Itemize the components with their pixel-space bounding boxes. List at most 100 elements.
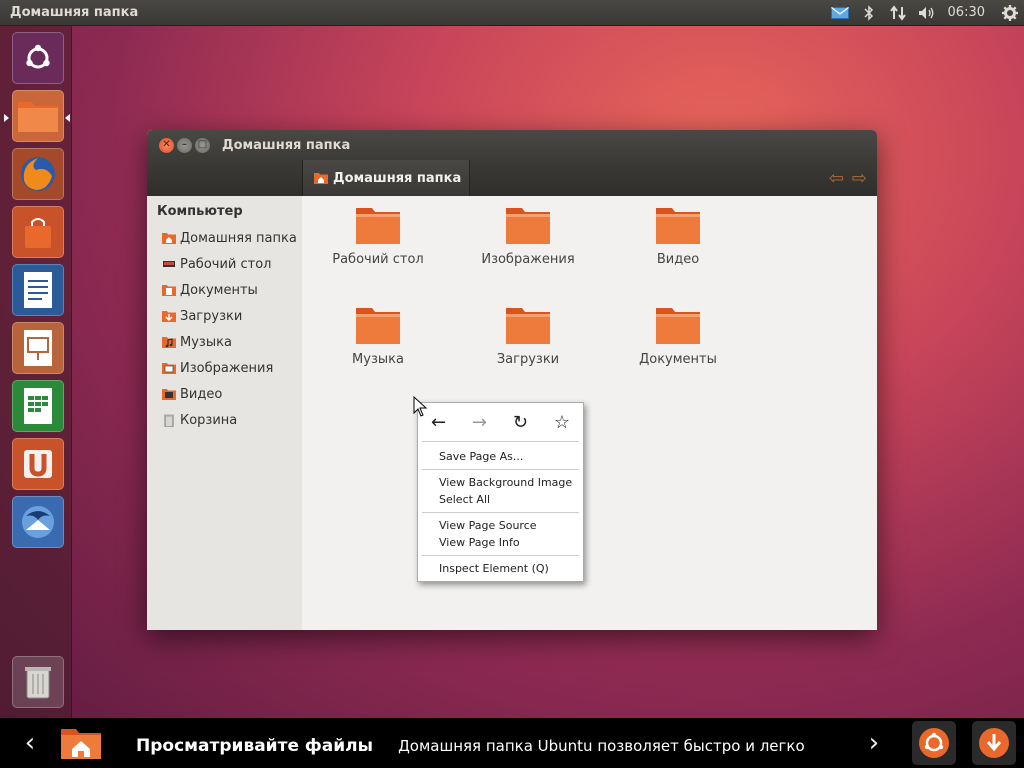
menu-item-save-page[interactable]: Save Page As... [418,448,583,465]
sidebar-item-label: Загрузки [180,308,243,324]
folder-item-downloads[interactable]: Загрузки [458,306,598,367]
menu-item-view-info[interactable]: View Page Info [418,534,583,551]
folder-icon [356,308,400,344]
installer-button[interactable] [912,721,956,765]
bluetooth-icon[interactable] [855,0,884,26]
folder-icon [356,208,400,244]
folder-icon [506,208,550,244]
sidebar-item-trash[interactable]: Корзина [147,407,302,433]
sidebar-item-label: Музыка [180,334,232,350]
folder-item-pictures[interactable]: Изображения [458,206,598,267]
running-indicator [4,114,9,122]
next-slide-button[interactable]: › [844,718,904,768]
slide-description: Домашняя папка Ubuntu позволяет быстро и… [398,737,805,755]
mail-icon[interactable] [826,0,855,26]
sidebar-item-desktop[interactable]: Рабочий стол [147,251,302,277]
window-titlebar[interactable]: ✕ – □ Домашняя папка [147,130,877,160]
breadcrumb-home[interactable]: Домашняя папка [302,160,471,196]
bookmark-star-icon[interactable]: ☆ [554,412,570,433]
menu-item-inspect[interactable]: Inspect Element (Q) [418,560,583,577]
menu-item-select-all[interactable]: Select All [418,491,583,508]
folder-label: Изображения [481,252,575,267]
top-panel: Домашняя папка 06:30 [0,0,1024,26]
breadcrumb-label: Домашняя папка [333,170,462,186]
sidebar-header: Компьютер [157,204,243,219]
sidebar-item-music[interactable]: Музыка [147,329,302,355]
folder-label: Музыка [352,352,404,367]
reload-icon[interactable]: ↻ [513,412,528,433]
window-title: Домашняя папка [222,137,351,153]
folder-item-documents[interactable]: Документы [608,306,748,367]
clock[interactable]: 06:30 [942,5,995,20]
slide-heading: Просматривайте файлы [136,736,373,756]
folder-icon [656,208,700,244]
volume-icon[interactable] [913,0,942,26]
file-view[interactable]: Рабочий стол Изображения Видео Музыка За… [302,196,877,630]
folder-item-music[interactable]: Музыка [308,306,448,367]
maximize-button[interactable]: □ [195,137,210,153]
launcher-item-thunderbird[interactable] [12,496,64,548]
chevron-right-icon: › [868,728,880,758]
desktop-icon [162,258,176,270]
folder-label: Видео [656,252,700,267]
downloads-folder-icon [162,310,176,322]
maximize-icon: □ [197,139,208,150]
sidebar-item-home[interactable]: Домашняя папка [147,225,302,251]
launcher [0,26,72,718]
close-button[interactable]: ✕ [159,137,174,153]
back-arrow-icon[interactable]: ← [431,412,446,433]
shopping-bag-icon [25,218,51,248]
gear-icon[interactable] [995,0,1024,26]
mouse-cursor-icon [413,396,428,417]
minimize-icon: – [182,139,187,150]
active-window-title: Домашняя папка [10,5,139,20]
ubuntu-one-icon [24,450,52,478]
launcher-item-firefox[interactable] [12,148,64,200]
sidebar-item-downloads[interactable]: Загрузки [147,303,302,329]
pictures-folder-icon [162,362,176,374]
download-icon [979,728,1009,758]
toolbar: Домашняя папка ⇦ ⇨ [147,160,877,196]
trash-icon [162,414,176,427]
home-folder-icon [162,232,176,244]
indicator-area: 06:30 [826,0,1024,25]
trash-icon [25,667,51,699]
folder-item-videos[interactable]: Видео [608,206,748,267]
slideshow-bar: ‹ Просматривайте файлы Домашняя папка Ub… [0,718,1024,768]
menu-item-view-background[interactable]: View Background Image [418,474,583,491]
sidebar-item-videos[interactable]: Видео [147,381,302,407]
menu-item-view-source[interactable]: View Page Source [418,517,583,534]
forward-arrow-icon[interactable]: ⇨ [852,168,867,189]
previous-slide-button[interactable]: ‹ [0,718,60,768]
launcher-item-dash[interactable] [12,32,64,84]
sidebar-item-pictures[interactable]: Изображения [147,355,302,381]
chevron-left-icon: ‹ [24,728,36,758]
home-folder-icon [314,173,328,184]
sidebar-item-label: Корзина [180,412,238,428]
home-folder-icon [60,718,136,768]
sidebar-item-documents[interactable]: Документы [147,277,302,303]
launcher-item-impress[interactable] [12,322,64,374]
forward-arrow-icon[interactable]: → [472,412,487,433]
folder-label: Загрузки [496,352,560,367]
minimize-button[interactable]: – [177,137,192,153]
active-indicator [65,114,70,122]
download-button[interactable] [972,721,1016,765]
sidebar-item-label: Документы [180,282,258,298]
back-arrow-icon[interactable]: ⇦ [829,168,844,189]
firefox-icon [21,157,55,191]
launcher-item-writer[interactable] [12,264,64,316]
launcher-item-calc[interactable] [12,380,64,432]
folder-item-desktop[interactable]: Рабочий стол [308,206,448,267]
slide-text: Просматривайте файлы Домашняя папка Ubun… [136,718,844,756]
launcher-item-trash[interactable] [12,656,64,708]
launcher-item-files[interactable] [12,90,64,142]
folder-label: Рабочий стол [332,252,424,267]
launcher-item-ubuntu-one[interactable] [12,438,64,490]
network-icon[interactable] [884,0,913,26]
music-folder-icon [162,336,176,348]
impress-presentation-icon [24,330,52,366]
launcher-item-software-center[interactable] [12,206,64,258]
folder-icon [506,308,550,344]
sidebar-item-label: Рабочий стол [180,256,272,272]
